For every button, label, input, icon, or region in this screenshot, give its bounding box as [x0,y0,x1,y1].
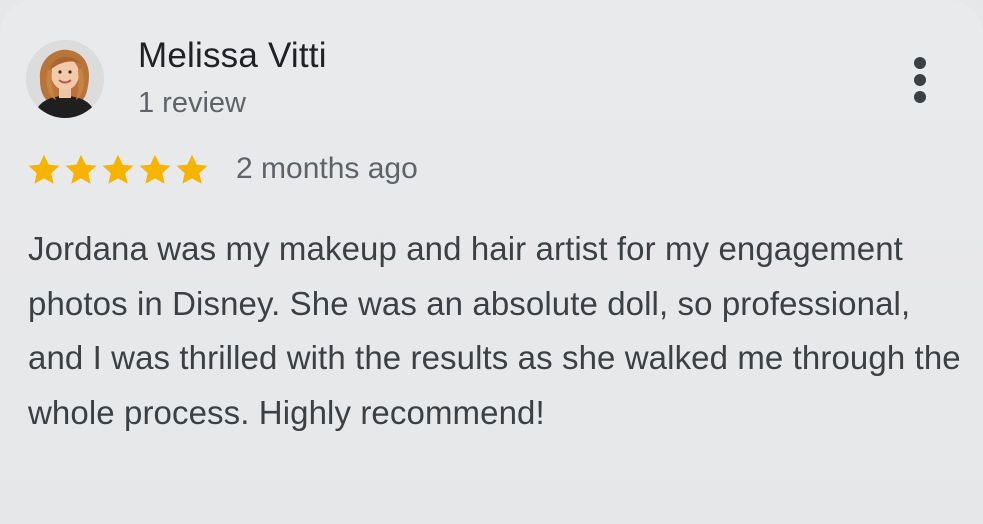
more-options-button[interactable] [900,50,940,110]
star-icon [102,154,134,184]
review-count: 1 review [138,87,246,119]
star-rating [26,152,210,188]
more-vert-icon-dot [914,91,926,103]
star-icon [139,154,171,184]
more-vert-icon-dot [914,74,926,86]
star-icon [176,154,208,184]
star-icon [28,154,60,184]
reviewer-avatar[interactable] [26,40,104,118]
star-icon [65,154,97,184]
reviewer-name[interactable]: Melissa Vitti [138,36,327,76]
avatar-photo [26,40,104,118]
review-time: 2 months ago [236,152,418,185]
more-vert-icon [914,57,926,69]
review-card: Melissa Vitti 1 review 2 months ago Jord… [0,0,983,524]
review-text: Jordana was my makeup and hair artist fo… [28,230,961,431]
